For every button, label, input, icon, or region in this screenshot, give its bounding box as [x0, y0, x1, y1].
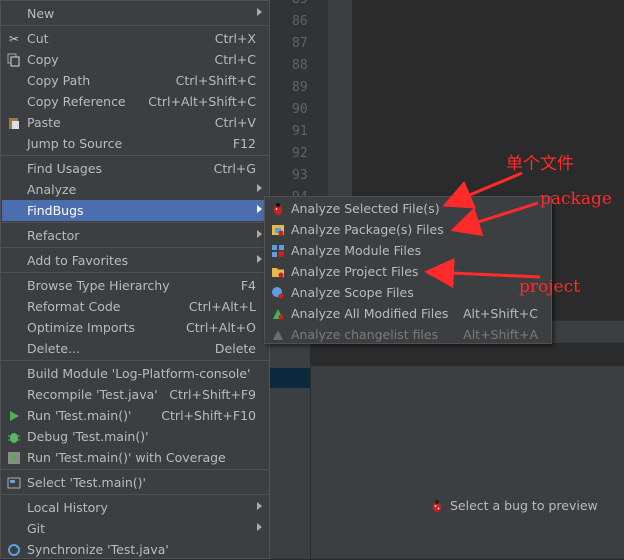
menu-separator [1, 155, 269, 156]
annotation-package: package [540, 189, 612, 209]
line-number: 90 [292, 102, 308, 117]
chevron-right-icon [257, 205, 262, 213]
menu-separator [1, 360, 269, 361]
scope-icon [270, 285, 286, 301]
line-number: 87 [292, 36, 308, 51]
chevron-right-icon [257, 523, 262, 531]
debug-bug-icon [6, 429, 22, 445]
line-number: 93 [292, 168, 308, 183]
menu-item-analyze[interactable]: Analyze [2, 179, 268, 200]
menu-item-optimize-imports[interactable]: Optimize Imports Ctrl+Alt+O [2, 317, 268, 338]
menu-item-copy-path[interactable]: Copy Path Ctrl+Shift+C [2, 70, 268, 91]
menu-item-paste[interactable]: Paste Ctrl+V [2, 112, 268, 133]
menu-item-cut[interactable]: ✂ Cut Ctrl+X [2, 28, 268, 49]
menu-separator [1, 272, 269, 273]
coverage-icon [6, 450, 22, 466]
select-target-icon [6, 475, 22, 491]
bug-preview-panel [310, 366, 624, 559]
line-number: 86 [292, 14, 308, 29]
menu-item-recompile[interactable]: Recompile 'Test.java' Ctrl+Shift+F9 [2, 384, 268, 405]
menu-item-browse-type-hierarchy[interactable]: Browse Type Hierarchy F4 [2, 275, 268, 296]
scissors-icon: ✂ [8, 32, 20, 46]
submenu-analyze-project-files[interactable]: Analyze Project Files [266, 261, 550, 282]
menu-item-reformat-code[interactable]: Reformat Code Ctrl+Alt+L [2, 296, 268, 317]
menu-item-new[interactable]: New [2, 3, 268, 24]
menu-separator [1, 494, 269, 495]
menu-item-local-history[interactable]: Local History [2, 497, 268, 518]
findbugs-submenu: Analyze Selected File(s) Analyze Package… [264, 196, 552, 344]
chevron-right-icon [257, 8, 262, 16]
line-number: 89 [292, 80, 308, 95]
menu-item-copy-reference[interactable]: Copy Reference Ctrl+Alt+Shift+C [2, 91, 268, 112]
menu-item-git[interactable]: Git [2, 518, 268, 539]
menu-item-find-usages[interactable]: Find Usages Ctrl+G [2, 158, 268, 179]
play-icon [6, 408, 22, 424]
menu-item-refactor[interactable]: Refactor [2, 225, 268, 246]
preview-text: Select a bug to preview [450, 498, 598, 513]
menu-item-delete[interactable]: Delete... Delete [2, 338, 268, 359]
annotation-single-file: 单个文件 [506, 154, 574, 174]
tool-window-selected-row[interactable] [270, 368, 310, 388]
menu-separator [1, 469, 269, 470]
menu-item-build-module[interactable]: Build Module 'Log-Platform-console' [2, 363, 268, 384]
project-folder-icon [270, 264, 286, 280]
paste-icon [6, 115, 22, 131]
chevron-right-icon [257, 502, 262, 510]
line-number: 85 [292, 0, 308, 7]
annotation-project: project [519, 277, 580, 297]
submenu-analyze-selected-files[interactable]: Analyze Selected File(s) [266, 198, 550, 219]
menu-item-run[interactable]: Run 'Test.main()' Ctrl+Shift+F10 [2, 405, 268, 426]
modified-files-icon [270, 306, 286, 322]
menu-item-run-coverage[interactable]: Run 'Test.main()' with Coverage [2, 447, 268, 468]
submenu-analyze-scope-files[interactable]: Analyze Scope Files [266, 282, 550, 303]
bug-icon [433, 499, 441, 512]
chevron-right-icon [257, 255, 262, 263]
menu-item-synchronize[interactable]: Synchronize 'Test.java' [2, 539, 268, 560]
bug-preview-placeholder: Select a bug to preview [430, 498, 598, 513]
chevron-right-icon [257, 184, 262, 192]
menu-separator [1, 222, 269, 223]
menu-item-debug[interactable]: Debug 'Test.main()' [2, 426, 268, 447]
line-number: 92 [292, 146, 308, 161]
menu-item-findbugs[interactable]: FindBugs [2, 200, 268, 221]
module-icon [270, 243, 286, 259]
line-number: 91 [292, 124, 308, 139]
chevron-right-icon [257, 230, 262, 238]
menu-item-jump-to-source[interactable]: Jump to Source F12 [2, 133, 268, 154]
sync-icon [6, 542, 22, 558]
tool-window-tree[interactable] [270, 366, 310, 559]
copy-icon [6, 52, 22, 68]
context-menu: New ✂ Cut Ctrl+X Copy Ctrl+C Copy Path Ctrl… [0, 0, 270, 559]
menu-item-add-to-favorites[interactable]: Add to Favorites [2, 250, 268, 271]
submenu-analyze-all-modified-files[interactable]: Analyze All Modified Files Alt+Shift+C [266, 303, 550, 324]
menu-separator [1, 247, 269, 248]
package-icon [270, 222, 286, 238]
menu-item-select[interactable]: Select 'Test.main()' [2, 472, 268, 493]
menu-item-copy[interactable]: Copy Ctrl+C [2, 49, 268, 70]
menu-separator [1, 25, 269, 26]
submenu-analyze-packages-files[interactable]: Analyze Package(s) Files [266, 219, 550, 240]
tool-window-tab[interactable] [270, 342, 310, 366]
submenu-analyze-changelist-files[interactable]: Analyze changelist files Alt+Shift+A [266, 324, 550, 345]
submenu-analyze-module-files[interactable]: Analyze Module Files [266, 240, 550, 261]
findbugs-bug-icon [270, 201, 286, 217]
line-number: 88 [292, 58, 308, 73]
changelist-icon [270, 327, 286, 343]
